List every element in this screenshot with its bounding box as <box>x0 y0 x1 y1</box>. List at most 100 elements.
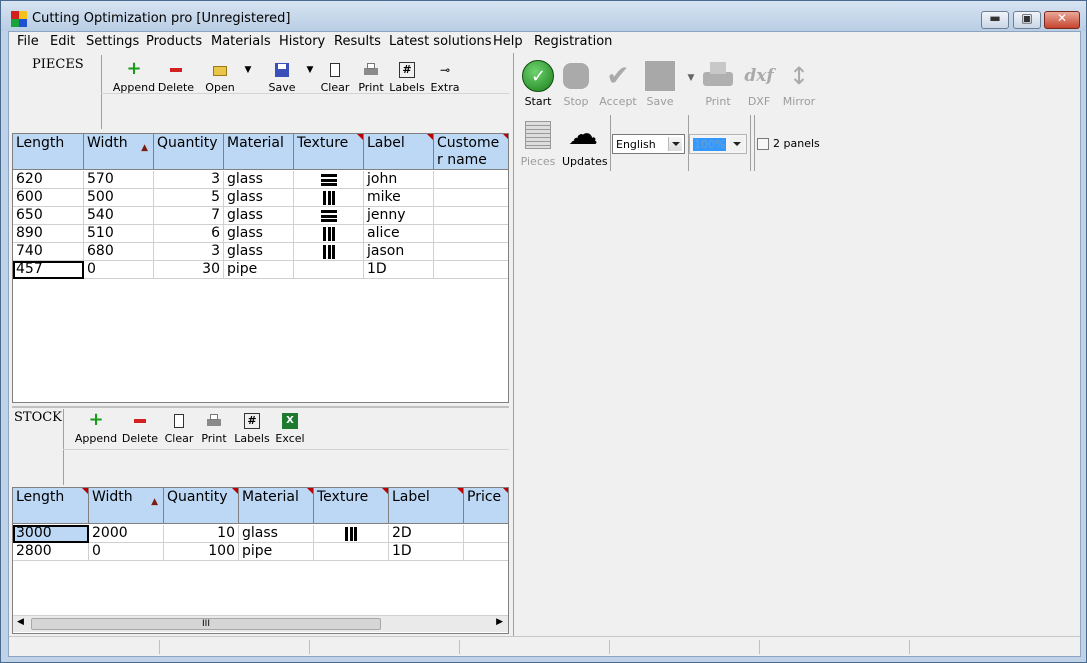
pieces-view-button[interactable]: Pieces <box>520 120 556 168</box>
pieces-save-button[interactable]: Save <box>262 62 302 94</box>
stock-cell[interactable]: 3000 <box>13 525 89 543</box>
stock-cell[interactable]: 1D <box>389 543 464 561</box>
pieces-cell[interactable]: 3 <box>154 171 224 189</box>
pieces-cell[interactable]: mike <box>364 189 434 207</box>
minimize-button[interactable]: ▬ <box>981 11 1009 29</box>
pieces-cell[interactable] <box>294 189 364 207</box>
pieces-extra-button[interactable]: ⊸ Extra <box>426 62 464 94</box>
pieces-col-customer-name[interactable]: Custome r name <box>434 134 508 170</box>
pieces-cell[interactable]: 740 <box>13 243 84 261</box>
stock-cell[interactable]: 10 <box>164 525 239 543</box>
pieces-cell[interactable]: jenny <box>364 207 434 225</box>
accept-button[interactable]: ✔ Accept <box>596 60 640 109</box>
stock-grid[interactable]: Length Width ▲ Quantity Material Texture … <box>12 487 509 634</box>
pieces-col-label[interactable]: Label <box>364 134 434 170</box>
pieces-cell[interactable]: 680 <box>84 243 154 261</box>
stock-print-button[interactable]: Print <box>197 413 231 445</box>
stock-horizontal-scrollbar[interactable]: ◀ III ▶ <box>13 615 508 632</box>
stock-cell[interactable]: 2800 <box>13 543 89 561</box>
stock-append-button[interactable]: + Append <box>74 411 118 446</box>
two-panels-checkbox[interactable] <box>757 138 769 150</box>
menu-products[interactable]: Products <box>146 34 202 49</box>
pieces-cell[interactable]: 570 <box>84 171 154 189</box>
stock-cell[interactable]: glass <box>239 525 314 543</box>
stock-col-width[interactable]: Width ▲ <box>89 488 164 524</box>
pieces-col-length[interactable]: Length <box>13 134 84 170</box>
pieces-labels-button[interactable]: # Labels <box>389 62 425 94</box>
save-dropdown-arrow[interactable]: ▼ <box>305 65 315 75</box>
pieces-cell[interactable]: 600 <box>13 189 84 207</box>
stock-col-material[interactable]: Material <box>239 488 314 524</box>
pieces-cell[interactable]: glass <box>224 207 294 225</box>
pieces-cell[interactable] <box>434 261 508 279</box>
pieces-clear-button[interactable]: Clear <box>318 62 352 94</box>
menu-latest-solutions[interactable]: Latest solutions <box>389 34 492 49</box>
pieces-cell[interactable]: glass <box>224 189 294 207</box>
close-button[interactable]: ✕ <box>1044 11 1080 29</box>
save-result-button[interactable]: Save <box>642 60 678 108</box>
pieces-cell[interactable] <box>434 171 508 189</box>
pieces-cell[interactable]: glass <box>224 225 294 243</box>
language-select[interactable]: English <box>612 134 685 154</box>
pieces-open-button[interactable]: Open <box>200 62 240 94</box>
pieces-cell[interactable]: 0 <box>84 261 154 279</box>
pieces-print-button[interactable]: Print <box>354 62 388 94</box>
stop-button[interactable]: Stop <box>558 60 594 108</box>
pieces-cell[interactable]: pipe <box>224 261 294 279</box>
scroll-right-icon[interactable]: ▶ <box>496 617 503 627</box>
updates-button[interactable]: ☁ Updates <box>562 120 608 169</box>
pieces-cell[interactable]: 500 <box>84 189 154 207</box>
pieces-cell[interactable]: jason <box>364 243 434 261</box>
menu-help[interactable]: Help <box>493 34 523 49</box>
maximize-button[interactable]: ▣ <box>1013 11 1041 29</box>
menu-history[interactable]: History <box>279 34 325 49</box>
scroll-left-icon[interactable]: ◀ <box>17 617 24 627</box>
pieces-cell[interactable]: 510 <box>84 225 154 243</box>
pieces-cell[interactable] <box>294 207 364 225</box>
open-dropdown-arrow[interactable]: ▼ <box>243 65 253 75</box>
pieces-cell[interactable] <box>294 225 364 243</box>
scrollbar-thumb[interactable]: III <box>31 618 381 630</box>
start-button[interactable]: ✓ Start <box>518 60 558 108</box>
stock-labels-button[interactable]: # Labels <box>234 413 270 445</box>
save-result-dropdown-arrow[interactable]: ▼ <box>686 73 696 83</box>
stock-cell[interactable] <box>464 543 508 561</box>
stock-cell[interactable]: 0 <box>89 543 164 561</box>
stock-col-quantity[interactable]: Quantity <box>164 488 239 524</box>
stock-excel-button[interactable]: X Excel <box>274 413 306 445</box>
pieces-cell[interactable]: 620 <box>13 171 84 189</box>
pieces-cell[interactable] <box>434 225 508 243</box>
mirror-button[interactable]: ↕ Mirror <box>780 60 818 108</box>
pieces-cell[interactable]: 5 <box>154 189 224 207</box>
menu-file[interactable]: File <box>17 34 39 49</box>
pieces-grid[interactable]: Length Width ▲ Quantity Material Texture … <box>12 133 509 403</box>
menu-settings[interactable]: Settings <box>86 34 139 49</box>
pieces-cell[interactable] <box>434 207 508 225</box>
pieces-cell[interactable]: glass <box>224 243 294 261</box>
zoom-select[interactable]: 100% <box>689 134 747 154</box>
pieces-cell[interactable]: 7 <box>154 207 224 225</box>
stock-col-label[interactable]: Label <box>389 488 464 524</box>
pieces-cell[interactable]: 890 <box>13 225 84 243</box>
pieces-cell[interactable]: 1D <box>364 261 434 279</box>
stock-col-price[interactable]: Price <box>464 488 508 524</box>
pieces-col-texture[interactable]: Texture <box>294 134 364 170</box>
menu-results[interactable]: Results <box>334 34 381 49</box>
pieces-col-material[interactable]: Material <box>224 134 294 170</box>
print-result-button[interactable]: Print <box>700 60 736 108</box>
pieces-cell[interactable]: 540 <box>84 207 154 225</box>
menu-materials[interactable]: Materials <box>211 34 271 49</box>
pieces-cell[interactable]: 650 <box>13 207 84 225</box>
section-splitter[interactable] <box>12 406 509 408</box>
stock-cell[interactable] <box>464 525 508 543</box>
pieces-cell[interactable] <box>294 171 364 189</box>
stock-delete-button[interactable]: Delete <box>120 413 160 445</box>
stock-cell[interactable] <box>314 543 389 561</box>
pieces-cell[interactable]: glass <box>224 171 294 189</box>
pieces-append-button[interactable]: + Append <box>112 60 156 95</box>
pieces-cell[interactable]: 30 <box>154 261 224 279</box>
pieces-cell[interactable] <box>434 189 508 207</box>
pieces-cell[interactable]: john <box>364 171 434 189</box>
pieces-cell[interactable]: alice <box>364 225 434 243</box>
stock-cell[interactable]: 2D <box>389 525 464 543</box>
